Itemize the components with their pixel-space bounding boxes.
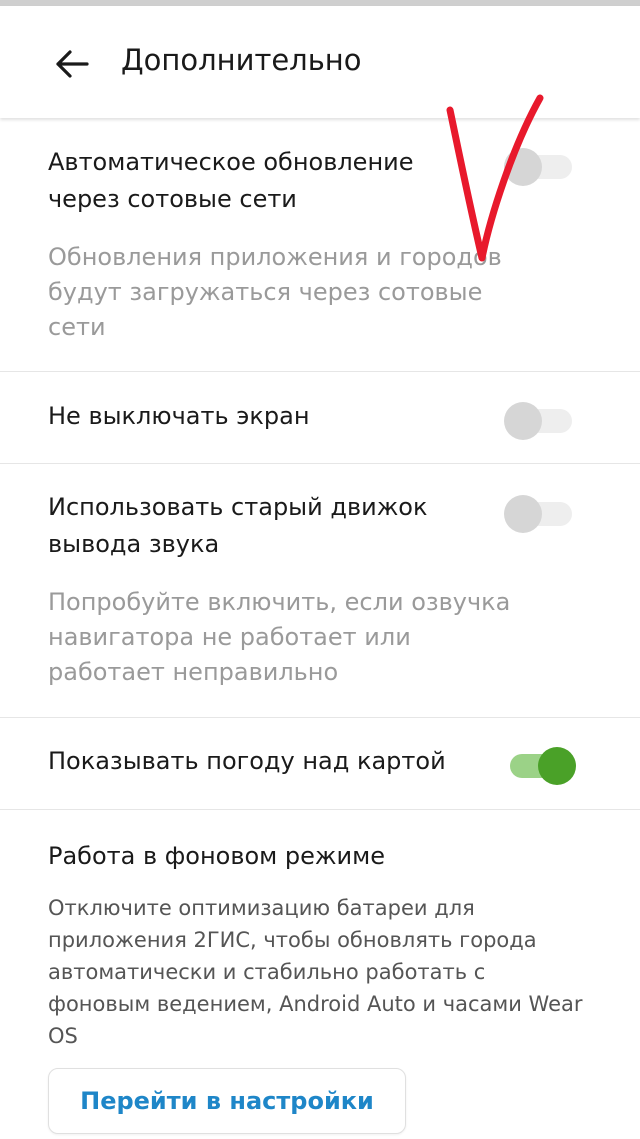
keep-screen-on-toggle[interactable] <box>504 395 576 441</box>
show-weather-toggle[interactable] <box>504 740 576 786</box>
page-title: Дополнительно <box>121 43 362 77</box>
setting-label: Автоматическое обновление через сотовые … <box>48 148 414 213</box>
setting-label: Использовать старый движок вывода звука <box>48 493 428 558</box>
setting-label: Не выключать экран <box>48 402 310 430</box>
background-mode-title: Работа в фоновом режиме <box>48 842 385 870</box>
toggle-thumb <box>504 495 542 533</box>
setting-old-audio-engine: Использовать старый движок вывода звука … <box>0 463 640 718</box>
toggle-thumb <box>538 747 576 785</box>
setting-label: Показывать погоду над картой <box>48 747 446 775</box>
setting-keep-screen-on: Не выключать экран <box>0 371 640 464</box>
setting-show-weather: Показывать погоду над картой <box>0 717 640 810</box>
old-audio-engine-toggle[interactable] <box>504 488 576 534</box>
back-button[interactable] <box>44 36 100 92</box>
setting-description: Попробуйте включить, если озвучка навига… <box>48 588 511 686</box>
background-mode-description: Отключите оптимизацию батареи для прилож… <box>48 896 583 1048</box>
arrow-left-icon <box>56 50 89 78</box>
red-check-annotation-icon <box>446 94 544 262</box>
go-to-settings-button[interactable]: Перейти в настройки <box>48 1068 406 1134</box>
toggle-thumb <box>504 402 542 440</box>
